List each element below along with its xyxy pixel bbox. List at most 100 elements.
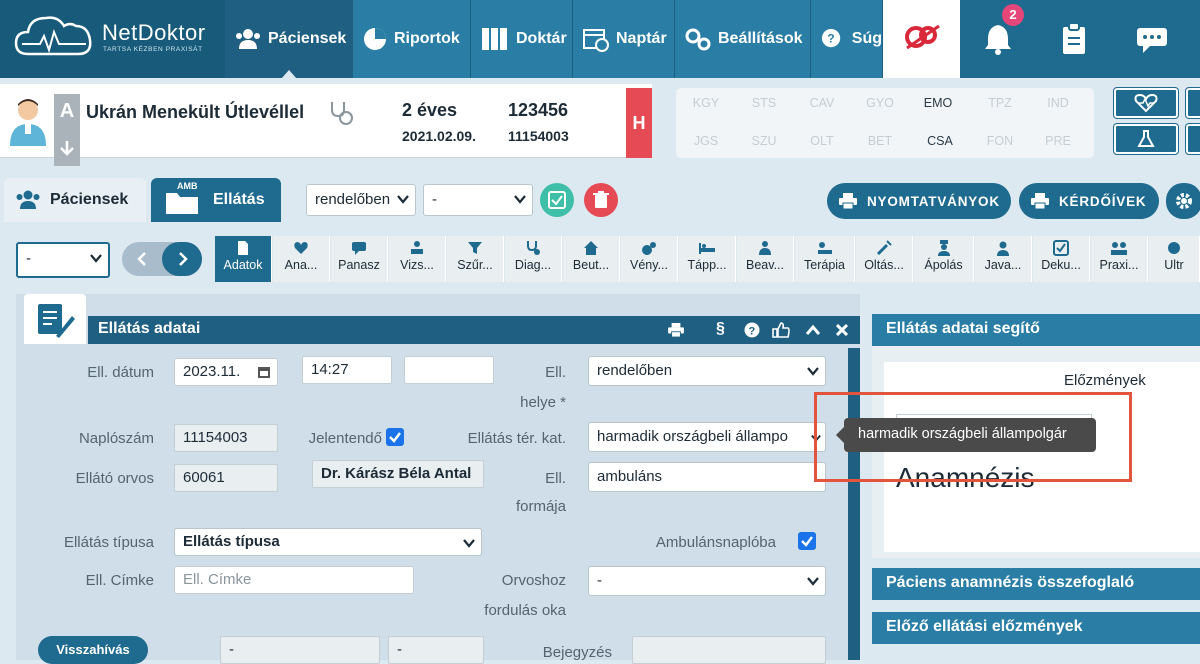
code-tpz[interactable]: TPZ (970, 96, 1030, 110)
help-icon[interactable]: ? (744, 322, 760, 338)
code-pre[interactable]: PRE (1028, 134, 1088, 148)
nav-calendar[interactable]: Naptár (573, 0, 675, 78)
app-logo[interactable]: NetDoktor TARTSA KÉZBEN PRAXISÁT (0, 0, 225, 78)
toolbar-label: Ultr (1164, 258, 1184, 272)
reason-select[interactable]: - (588, 566, 826, 596)
approve-button[interactable] (540, 183, 574, 217)
heart-icon (294, 242, 308, 254)
code-gyo[interactable]: GYO (850, 96, 910, 110)
vitals-button[interactable] (1113, 87, 1179, 119)
toolbar-item-decursus[interactable]: Deku... (1033, 236, 1090, 282)
side-a-button[interactable]: A (54, 94, 80, 130)
chevron-down-icon (514, 195, 526, 204)
secondary-select[interactable]: - (423, 184, 533, 216)
code-fon[interactable]: FON (970, 134, 1030, 148)
arrow-down-icon (60, 141, 74, 156)
nav-help[interactable]: ? Súg (811, 0, 883, 78)
type-label: Ellátás típusa (63, 534, 154, 551)
extra-button-1[interactable] (1185, 87, 1200, 119)
toolbar-label: Oltás... (864, 258, 904, 272)
code-sts[interactable]: STS (734, 96, 794, 110)
category-select[interactable]: harmadik országbeli állampo (588, 422, 826, 452)
code-csa[interactable]: CSA (910, 134, 970, 148)
toolbar-item-screening[interactable]: Szűr... (447, 236, 504, 282)
toolbar-item-nursing[interactable]: Ápolás (914, 236, 974, 282)
calendar-icon (583, 29, 609, 52)
toolbar-item-sick-leave[interactable]: Tápp... (679, 236, 736, 282)
h-flag-button[interactable]: H (626, 88, 652, 158)
code-cav[interactable]: CAV (792, 96, 852, 110)
calendar-icon[interactable] (257, 365, 271, 379)
tab-care[interactable]: AMB Ellátás (151, 178, 281, 222)
chevron-down-icon (463, 539, 475, 548)
nav-patients[interactable]: Páciensek (225, 0, 353, 79)
messages-button[interactable] (1122, 0, 1182, 78)
date-input[interactable]: 2023.11. (174, 358, 278, 386)
extra-button-2[interactable] (1185, 123, 1200, 155)
users-icon (236, 29, 260, 49)
forms-button[interactable]: NYOMTATVÁNYOK (827, 183, 1011, 219)
code-szu[interactable]: SZU (734, 134, 794, 148)
code-kgy[interactable]: KGY (676, 96, 736, 110)
tag-input[interactable]: Ell. Címke (174, 566, 414, 594)
toolbar-item-complaint[interactable]: Panasz (331, 236, 388, 282)
stethoscope-icon (527, 241, 540, 255)
nav-documents[interactable]: Doktár (471, 0, 573, 78)
close-icon[interactable] (836, 324, 848, 336)
place-select[interactable]: rendelőben (588, 356, 826, 386)
type-select[interactable]: Ellátás típusa (174, 528, 482, 556)
code-jgs[interactable]: JGS (676, 134, 736, 148)
delete-button[interactable] (584, 183, 618, 217)
toolbar-item-prescription[interactable]: Vény... (621, 236, 678, 282)
select-value: Ellátás típusa (183, 533, 280, 550)
toolbar-item-practice[interactable]: Praxi... (1091, 236, 1148, 282)
toolbar-item-exam[interactable]: Vizs... (389, 236, 446, 282)
code-ind[interactable]: IND (1028, 96, 1088, 110)
toolbar-item-adatok[interactable]: Adatok (215, 236, 272, 282)
previous-care-header[interactable]: Előző ellátási előzmények (872, 612, 1200, 644)
nav-reports[interactable]: Riportok (353, 0, 471, 78)
questionnaires-button[interactable]: KÉRDŐÍVEK (1019, 183, 1159, 219)
printer-icon[interactable] (668, 323, 684, 337)
helper-panel-header[interactable]: Ellátás adatai segítő (872, 314, 1200, 346)
tab-patients[interactable]: Páciensek (4, 178, 146, 222)
location-select[interactable]: rendelőben (306, 184, 416, 216)
paragraph-icon[interactable]: § (716, 320, 725, 338)
tasks-button[interactable] (1045, 0, 1105, 78)
scroll-down-button[interactable] (54, 130, 80, 166)
stethoscope-badge-icon[interactable] (328, 100, 354, 126)
notifications-button[interactable]: 2 (968, 0, 1028, 78)
chevron-up-icon[interactable] (806, 324, 820, 336)
toolbar-item-anamnesis[interactable]: Ana... (273, 236, 330, 282)
code-emo[interactable]: EMO (908, 96, 968, 110)
settings-button[interactable] (1166, 183, 1200, 219)
toolbar-item-vaccination[interactable]: Oltás... (856, 236, 913, 282)
toolbar-item-referral[interactable]: Beut... (563, 236, 620, 282)
doctor-icon (997, 241, 1009, 256)
toolbar-item-diagnosis[interactable]: Diag... (505, 236, 562, 282)
partner-logo-icon (905, 24, 940, 50)
toolbar-item-therapy[interactable]: Terápia (795, 236, 855, 282)
toolbar-item-intervention[interactable]: Beav... (737, 236, 794, 282)
doctor-code-field: 60061 (174, 464, 278, 492)
ambulance-log-checkbox[interactable] (798, 532, 816, 550)
gear-icon (1176, 193, 1192, 209)
nav-settings[interactable]: Beállítások (675, 0, 811, 78)
toolbar-item-suggestion[interactable]: Java... (975, 236, 1032, 282)
toolbar-label: Adatok (223, 258, 263, 272)
time-input[interactable]: 14:27 (302, 356, 392, 384)
form-type-select[interactable]: ambuláns (588, 462, 826, 492)
chevron-down-icon (397, 195, 409, 204)
lab-button[interactable] (1113, 123, 1179, 155)
risk-codes-panel: KGY STS CAV GYO EMO TPZ IND JGS SZU OLT … (676, 88, 1094, 158)
patient-summary-header[interactable]: Páciens anamnézis összefoglaló (872, 568, 1200, 600)
ultrasound-icon (1168, 242, 1180, 254)
date-label: Ell. dátum (87, 364, 154, 381)
time-end-input[interactable] (404, 356, 494, 384)
code-bet[interactable]: BET (850, 134, 910, 148)
reportable-checkbox[interactable] (386, 428, 404, 446)
nav-label: Riportok (394, 30, 460, 47)
code-olt[interactable]: OLT (792, 134, 852, 148)
thumbs-up-icon[interactable] (772, 322, 790, 338)
toolbar-item-ultrasound[interactable]: Ultr (1149, 236, 1200, 282)
